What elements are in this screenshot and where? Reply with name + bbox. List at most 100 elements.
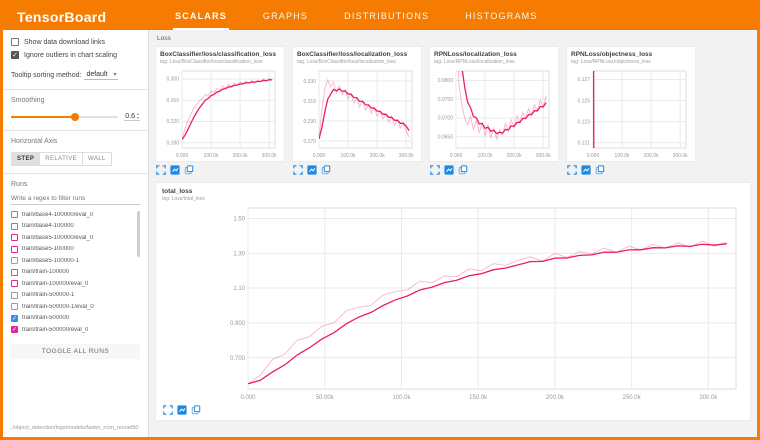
show-download-links-checkbox[interactable]: Show data download links	[11, 38, 140, 46]
svg-text:200.0k: 200.0k	[546, 395, 565, 401]
chart-tag: tag: Loss/BoxClassifier/loss/classificat…	[160, 59, 280, 65]
smoothing-slider[interactable]	[11, 116, 118, 118]
divider	[3, 130, 148, 131]
chart-block: RPNLoss/localization_loss tag: Loss/RPNL…	[429, 46, 559, 178]
toggle-all-runs-button[interactable]: TOGGLE ALL RUNS	[11, 344, 140, 359]
run-row[interactable]: ✓train/train-500000/eval_0	[11, 324, 140, 336]
run-row[interactable]: train/base5-100000/eval_0	[11, 232, 140, 244]
svg-text:200.0k: 200.0k	[644, 153, 660, 159]
group-header-loss[interactable]: Loss	[157, 35, 751, 42]
run-checkbox[interactable]	[11, 257, 18, 264]
run-checkbox[interactable]	[11, 246, 18, 253]
run-row[interactable]: train/base4-100000/eval_0	[11, 209, 140, 221]
run-label: train/base4-100000	[22, 223, 74, 229]
svg-text:200.0k: 200.0k	[233, 153, 249, 159]
chart-tag: tag: Loss/RPNLoss/objectness_loss	[571, 59, 691, 65]
run-row[interactable]: train/train-100000	[11, 267, 140, 279]
run-row[interactable]: train/base4-100000	[11, 221, 140, 233]
axis-relative-button[interactable]: RELATIVE	[40, 152, 83, 166]
run-label: train/base5-100000	[22, 246, 74, 252]
chart-toolbar	[162, 402, 744, 418]
divider	[3, 89, 148, 90]
svg-text:0.000: 0.000	[587, 153, 600, 159]
main-content: Loss BoxClassifier/loss/classification_l…	[149, 30, 757, 437]
horizontal-axis-label: Horizontal Axis	[11, 138, 140, 145]
run-row[interactable]: train/base5-100000-1	[11, 255, 140, 267]
fullscreen-icon[interactable]	[293, 165, 303, 175]
axis-wall-button[interactable]: WALL	[83, 152, 112, 166]
run-row[interactable]: train/train-500000-1	[11, 290, 140, 302]
tab-distributions[interactable]: DISTRIBUTIONS	[342, 3, 431, 30]
tab-graphs[interactable]: GRAPHS	[261, 3, 310, 30]
chart-canvas[interactable]: 0.00050.00k100.0k150.0k200.0k250.0k300.0…	[162, 204, 744, 402]
svg-text:0.000: 0.000	[313, 153, 326, 159]
svg-text:0.000: 0.000	[176, 153, 189, 159]
divider	[3, 173, 148, 174]
smoothing-value-input[interactable]: 0.6 ▴▾	[124, 112, 140, 121]
run-row[interactable]: ✓ train/train-500000	[11, 313, 140, 325]
run-checkbox[interactable]	[11, 234, 18, 241]
sidebar: Show data download links ✓ Ignore outlie…	[3, 30, 149, 437]
expand-chart-icon[interactable]	[177, 405, 187, 415]
svg-text:200.0k: 200.0k	[370, 153, 386, 159]
chart-block: BoxClassifier/loss/localization_loss tag…	[292, 46, 422, 178]
svg-text:300.0k: 300.0k	[673, 153, 689, 159]
svg-text:100.0k: 100.0k	[204, 153, 220, 159]
expand-chart-icon[interactable]	[581, 165, 591, 175]
run-checkbox[interactable]	[11, 292, 18, 299]
run-label: train/base5-100000-1	[22, 258, 79, 264]
chart-canvas[interactable]: 0.000100.0k200.0k300.0k0.1210.1230.1250.…	[571, 67, 691, 159]
run-checkbox[interactable]	[11, 211, 18, 218]
runs-filter-input[interactable]	[11, 193, 140, 205]
expand-chart-icon[interactable]	[307, 165, 317, 175]
run-checkbox[interactable]: ✓	[11, 326, 18, 333]
chart-canvas[interactable]: 0.000100.0k200.0k300.0k0.2700.2900.3100.…	[297, 67, 417, 159]
fullscreen-icon[interactable]	[430, 165, 440, 175]
svg-text:300.0k: 300.0k	[399, 153, 415, 159]
logdir-path: ./object_detection/logs/models/faster_rc…	[11, 421, 140, 433]
app-title: TensorBoard	[3, 9, 173, 25]
svg-text:0.260: 0.260	[166, 98, 179, 104]
axis-step-button[interactable]: STEP	[11, 152, 40, 166]
run-checkbox[interactable]	[11, 269, 18, 276]
run-row[interactable]: train/train-100000/eval_0	[11, 278, 140, 290]
chart-canvas[interactable]: 0.000100.0k200.0k300.0k0.1800.2200.2600.…	[160, 67, 280, 159]
ignore-outliers-checkbox[interactable]: ✓ Ignore outliers in chart scaling	[11, 51, 140, 59]
svg-text:0.310: 0.310	[303, 99, 316, 105]
svg-text:0.0800: 0.0800	[438, 78, 454, 84]
tooltip-sorting-select[interactable]: default ▾	[84, 70, 118, 80]
chart-tag: tag: Loss/BoxClassifier/loss/localizatio…	[297, 59, 417, 65]
chart-title: BoxClassifier/loss/localization_loss	[297, 51, 417, 58]
chart-tag: tag: Loss/RPNLoss/localization_loss	[434, 59, 554, 65]
fullscreen-icon[interactable]	[156, 165, 166, 175]
svg-text:0.700: 0.700	[230, 356, 246, 362]
smoothing-value: 0.6	[125, 113, 135, 120]
stepper-arrows-icon[interactable]: ▴▾	[137, 112, 139, 120]
run-checkbox[interactable]	[11, 280, 18, 287]
chart-title: RPNLoss/objectness_loss	[571, 51, 691, 58]
chart-canvas[interactable]: 0.000100.0k200.0k300.0k0.06500.07000.075…	[434, 67, 554, 159]
body: Show data download links ✓ Ignore outlie…	[3, 30, 757, 437]
pin-chart-icon[interactable]	[458, 165, 468, 175]
tab-scalars[interactable]: SCALARS	[173, 3, 229, 30]
pin-chart-icon[interactable]	[595, 165, 605, 175]
run-label: train/train-500000	[22, 315, 69, 321]
expand-chart-icon[interactable]	[444, 165, 454, 175]
run-row[interactable]: train/base5-100000	[11, 244, 140, 256]
run-checkbox[interactable]: ✓	[11, 315, 18, 322]
expand-chart-icon[interactable]	[170, 165, 180, 175]
fullscreen-icon[interactable]	[567, 165, 577, 175]
checkbox-icon: ✓	[11, 51, 19, 59]
tab-histograms[interactable]: HISTOGRAMS	[463, 3, 539, 30]
slider-thumb[interactable]	[71, 113, 79, 121]
run-row[interactable]: train/train-500000-1/eval_0	[11, 301, 140, 313]
run-checkbox[interactable]	[11, 223, 18, 230]
run-label: train/train-500000-1	[22, 292, 74, 298]
pin-chart-icon[interactable]	[321, 165, 331, 175]
fullscreen-icon[interactable]	[163, 405, 173, 415]
svg-text:0.270: 0.270	[303, 139, 316, 145]
run-checkbox[interactable]	[11, 303, 18, 310]
pin-chart-icon[interactable]	[184, 165, 194, 175]
runs-scrollbar[interactable]	[137, 211, 140, 257]
pin-chart-icon[interactable]	[191, 405, 201, 415]
